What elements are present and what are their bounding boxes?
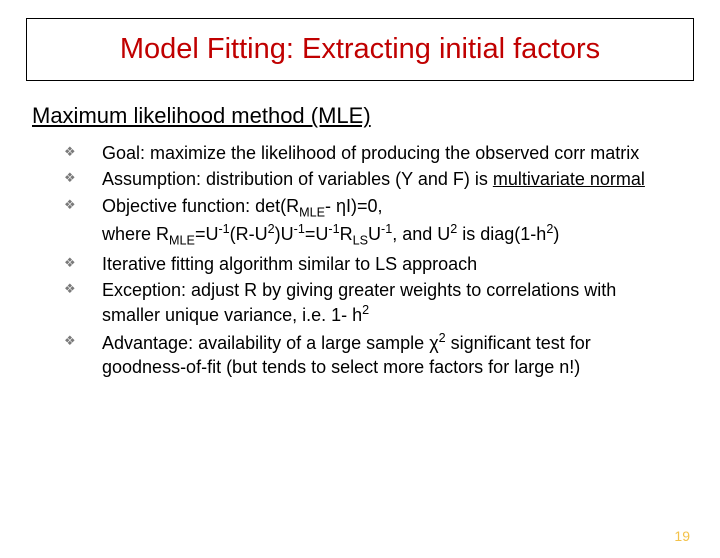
page-number: 19 [674, 528, 690, 544]
diamond-bullet-icon: ❖ [64, 334, 78, 348]
bullet-text: Advantage: availability of a large sampl… [102, 330, 678, 380]
list-item: ❖ Assumption: distribution of variables (… [64, 167, 678, 191]
bullet-list: ❖ Goal: maximize the likelihood of produc… [64, 141, 678, 379]
diamond-bullet-icon: ❖ [64, 256, 78, 270]
list-item: ❖ Iterative fitting algorithm similar to … [64, 252, 678, 276]
bullet-text: Goal: maximize the likelihood of produci… [102, 141, 639, 165]
diamond-bullet-icon: ❖ [64, 198, 78, 212]
bullet-text: Objective function: det(RMLE- ηI)=0,wher… [102, 194, 559, 250]
slide-subtitle: Maximum likelihood method (MLE) [32, 103, 720, 129]
diamond-bullet-icon: ❖ [64, 145, 78, 159]
list-item: ❖ Goal: maximize the likelihood of produc… [64, 141, 678, 165]
title-box: Model Fitting: Extracting initial factor… [26, 18, 694, 81]
bullet-text: Iterative fitting algorithm similar to L… [102, 252, 477, 276]
bullet-text: Assumption: distribution of variables (Y… [102, 167, 645, 191]
list-item: ❖ Objective function: det(RMLE- ηI)=0,whe… [64, 194, 678, 250]
diamond-bullet-icon: ❖ [64, 282, 78, 296]
list-item: ❖ Exception: adjust R by giving greater w… [64, 278, 678, 328]
slide-title: Model Fitting: Extracting initial factor… [37, 33, 683, 66]
bullet-text: Exception: adjust R by giving greater we… [102, 278, 678, 328]
diamond-bullet-icon: ❖ [64, 171, 78, 185]
list-item: ❖ Advantage: availability of a large samp… [64, 330, 678, 380]
